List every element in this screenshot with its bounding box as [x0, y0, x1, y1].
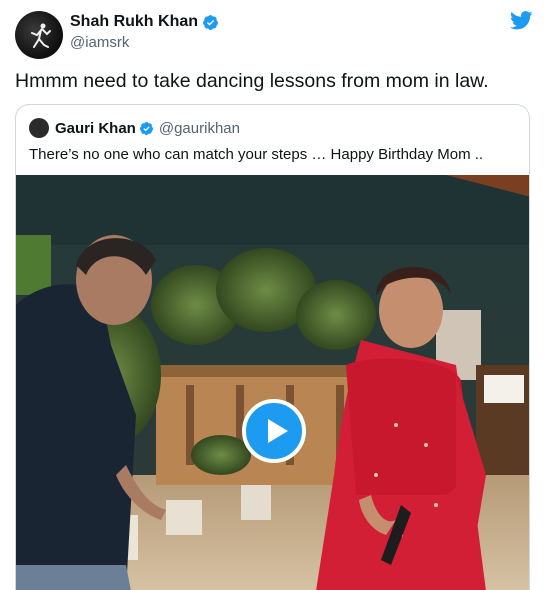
quoted-tweet[interactable]: Gauri Khan @gaurikhan There’s no one who…: [15, 104, 530, 590]
play-icon: [268, 419, 288, 443]
play-button[interactable]: [242, 399, 306, 463]
verified-badge-icon: [139, 121, 153, 135]
dancer-silhouette-icon: [31, 23, 51, 48]
quoted-avatar: [29, 118, 49, 138]
verified-badge-icon: [203, 14, 218, 30]
twitter-bird-icon[interactable]: [510, 11, 533, 30]
author-name[interactable]: Shah Rukh Khan: [70, 13, 198, 31]
quoted-author-handle: @gaurikhan: [158, 119, 240, 137]
video-thumbnail[interactable]: [16, 175, 529, 590]
author-name-row: Shah Rukh Khan: [70, 13, 219, 31]
quoted-header: Gauri Khan @gaurikhan: [29, 118, 240, 138]
tweet-text: Hmmm need to take dancing lessons from m…: [15, 70, 489, 92]
author-avatar[interactable]: [15, 11, 63, 59]
tweet-card: Shah Rukh Khan @iamsrk Hmmm need to take…: [0, 0, 547, 590]
author-handle[interactable]: @iamsrk: [70, 34, 129, 51]
quoted-text: There’s no one who can match your steps …: [29, 146, 484, 163]
quoted-author-name: Gauri Khan: [55, 119, 136, 137]
video-frame-illustration: [16, 175, 529, 590]
